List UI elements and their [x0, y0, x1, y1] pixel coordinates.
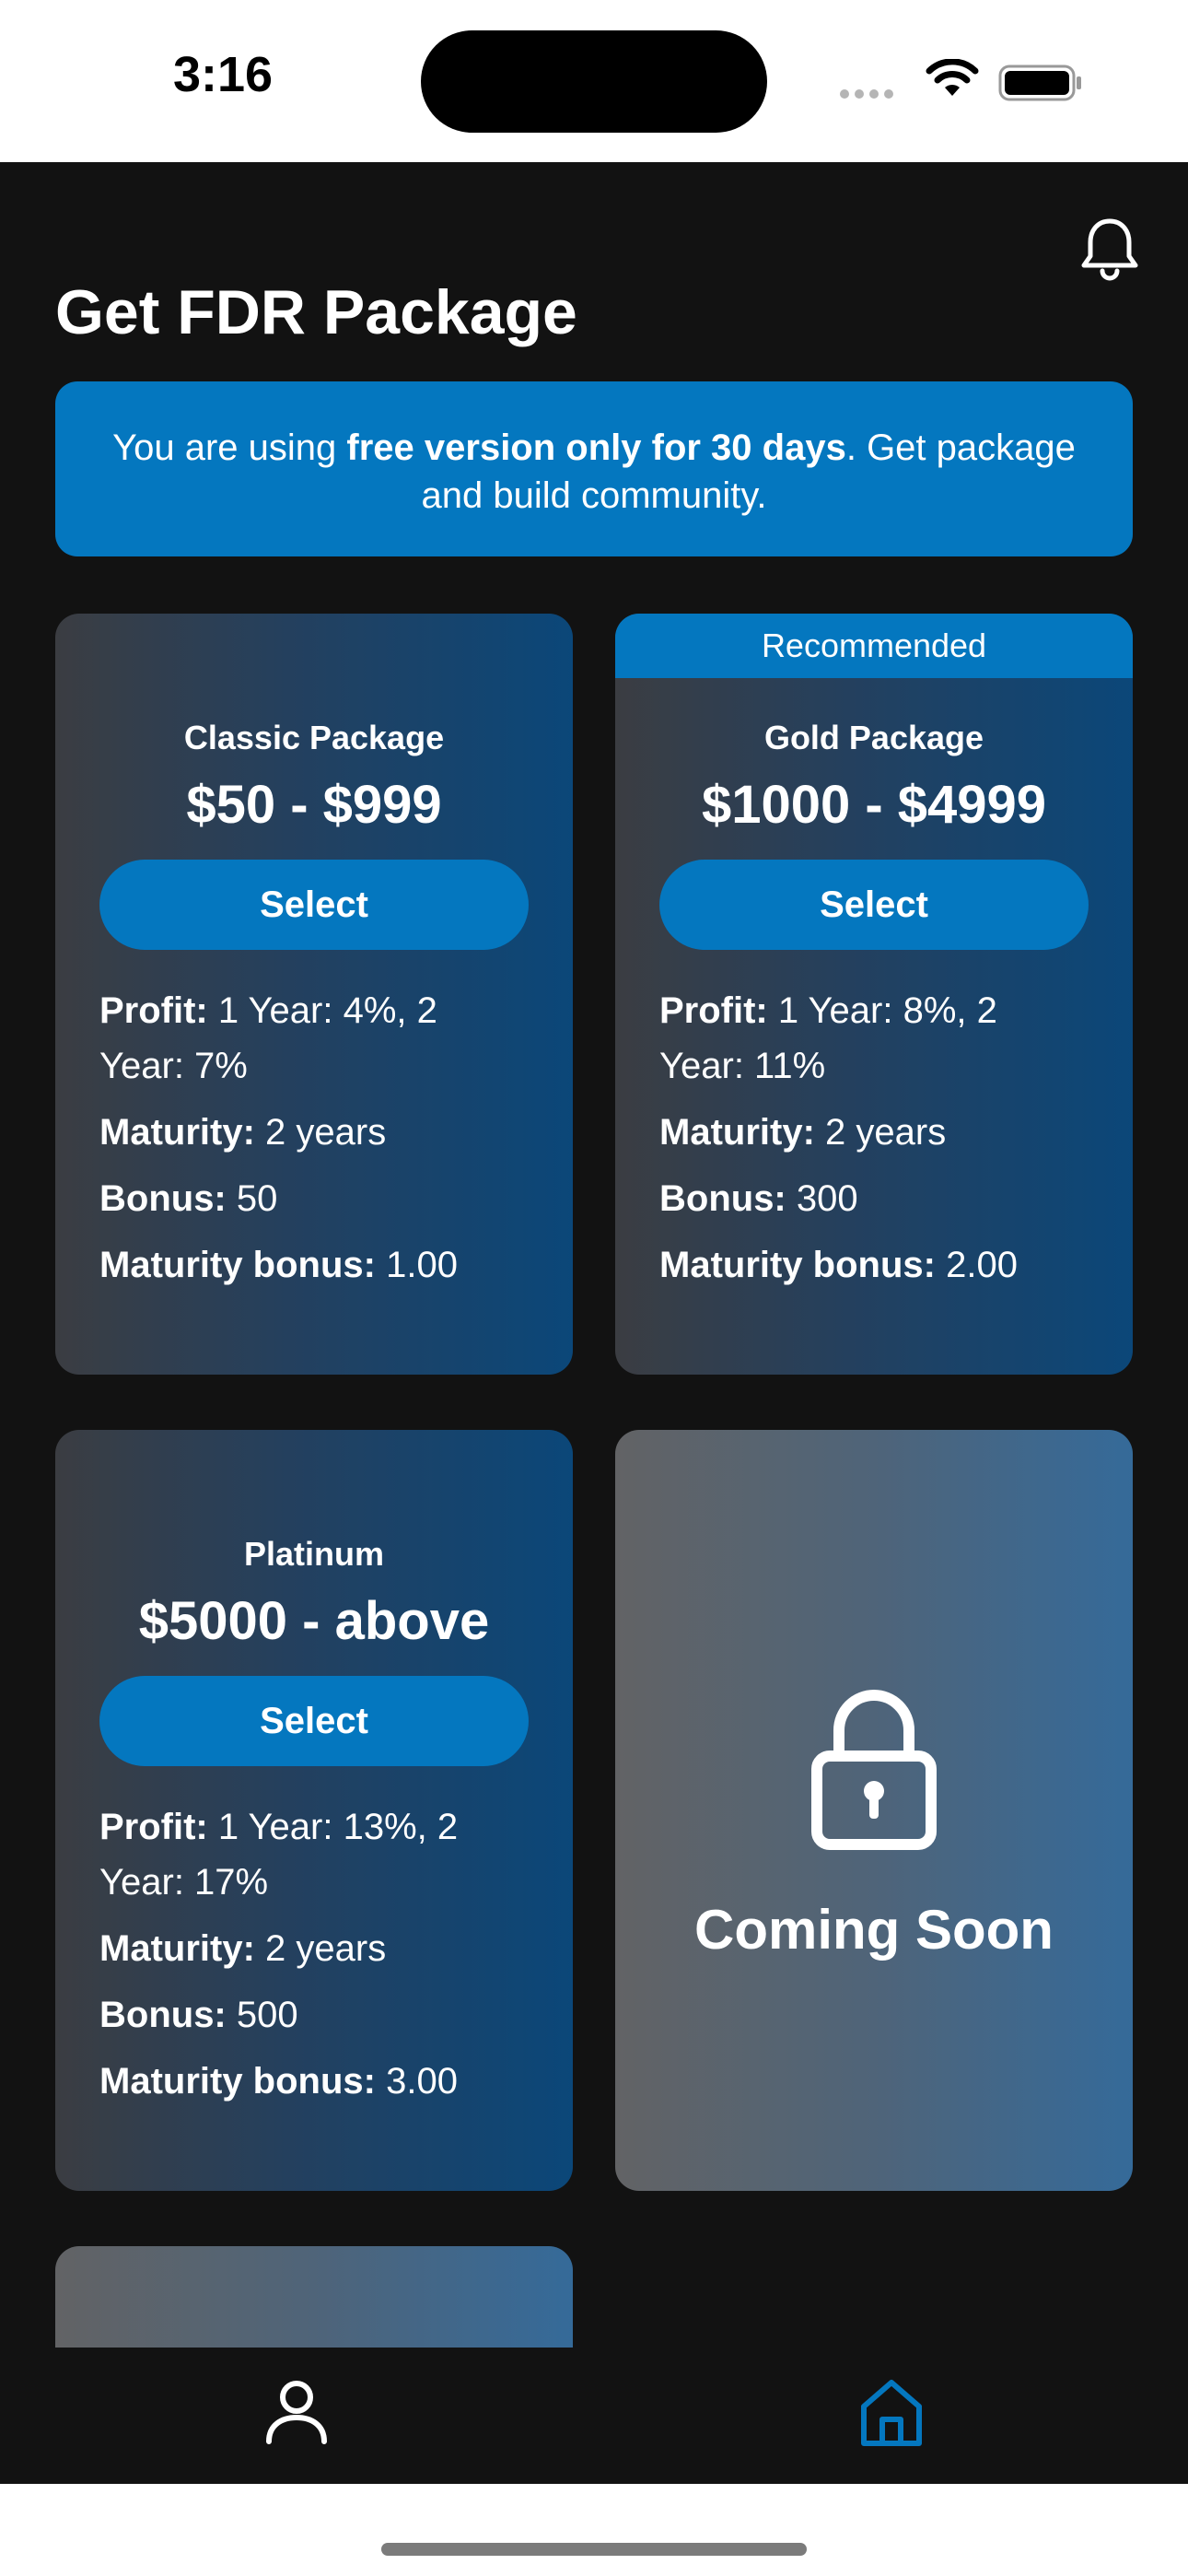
banner-text-bold: free version only for 30 days [346, 427, 846, 468]
status-indicators [840, 59, 1089, 103]
package-price: $1000 - $4999 [701, 775, 1047, 835]
maturity-label: Maturity: [659, 1112, 815, 1153]
profit-label: Profit: [659, 990, 768, 1031]
bonus-value: 50 [236, 1178, 278, 1219]
home-indicator[interactable] [381, 2543, 807, 2556]
package-price: $5000 - above [138, 1591, 490, 1651]
person-icon[interactable] [260, 2375, 333, 2449]
package-card-classic: Classic Package $50 - $999 Select Profit… [55, 614, 573, 1375]
bonus-label: Bonus: [99, 1995, 227, 2035]
package-name: Gold Package [763, 719, 984, 756]
select-gold-button[interactable]: Select [659, 860, 1089, 950]
select-classic-button[interactable]: Select [99, 860, 529, 950]
cellular-signal-icon [840, 87, 899, 103]
wifi-icon [926, 59, 979, 96]
profit-row: Profit: 1 Year: 8%, 2 Year: 11% [659, 983, 1089, 1094]
app-screen: Get FDR Package You are using free versi… [0, 162, 1188, 2484]
bonus-row: Bonus: 300 [659, 1171, 1089, 1226]
maturity-bonus-row: Maturity bonus: 3.00 [99, 2054, 529, 2109]
page-title: Get FDR Package [55, 277, 577, 347]
coming-soon-card: Coming Soon [615, 1430, 1133, 2191]
maturity-bonus-value: 2.00 [946, 1245, 1018, 1285]
package-card-platinum: Platinum $5000 - above Select Profit: 1 … [55, 1430, 573, 2191]
package-price: $50 - $999 [186, 775, 442, 835]
bonus-row: Bonus: 50 [99, 1171, 529, 1226]
bonus-value: 500 [236, 1995, 298, 2035]
maturity-row: Maturity: 2 years [99, 1105, 529, 1160]
maturity-row: Maturity: 2 years [99, 1921, 529, 1976]
battery-icon [998, 64, 1081, 101]
maturity-bonus-label: Maturity bonus: [659, 1245, 936, 1285]
maturity-bonus-label: Maturity bonus: [99, 1245, 376, 1285]
maturity-bonus-row: Maturity bonus: 2.00 [659, 1237, 1089, 1293]
package-name: Classic Package [183, 719, 445, 756]
recommended-badge: Recommended [615, 614, 1133, 678]
profit-row: Profit: 1 Year: 13%, 2 Year: 17% [99, 1799, 529, 1910]
bonus-label: Bonus: [99, 1178, 227, 1219]
status-time: 3:16 [173, 47, 274, 102]
tab-bar [0, 2348, 1188, 2484]
free-version-banner: You are using free version only for 30 d… [55, 381, 1133, 556]
home-indicator-area [0, 2484, 1188, 2576]
bonus-row: Bonus: 500 [99, 1987, 529, 2043]
dynamic-island [421, 30, 767, 133]
package-details: Profit: 1 Year: 4%, 2 Year: 7% Maturity:… [55, 950, 573, 1293]
package-details: Profit: 1 Year: 8%, 2 Year: 11% Maturity… [615, 950, 1133, 1293]
maturity-bonus-value: 1.00 [386, 1245, 458, 1285]
maturity-label: Maturity: [99, 1928, 255, 1969]
package-details: Profit: 1 Year: 13%, 2 Year: 17% Maturit… [55, 1766, 573, 2109]
maturity-row: Maturity: 2 years [659, 1105, 1089, 1160]
profit-row: Profit: 1 Year: 4%, 2 Year: 7% [99, 983, 529, 1094]
profit-label: Profit: [99, 990, 208, 1031]
home-icon[interactable] [855, 2375, 928, 2449]
maturity-label: Maturity: [99, 1112, 255, 1153]
select-platinum-button[interactable]: Select [99, 1676, 529, 1766]
maturity-bonus-label: Maturity bonus: [99, 2061, 376, 2102]
banner-text-start: You are using [112, 427, 347, 468]
profit-label: Profit: [99, 1807, 208, 1847]
package-name: Platinum [243, 1535, 384, 1573]
bonus-label: Bonus: [659, 1178, 786, 1219]
package-card-gold: Recommended Gold Package $1000 - $4999 S… [615, 614, 1133, 1375]
maturity-bonus-value: 3.00 [386, 2061, 458, 2102]
maturity-value: 2 years [265, 1112, 387, 1153]
maturity-bonus-row: Maturity bonus: 1.00 [99, 1237, 529, 1293]
coming-soon-label: Coming Soon [694, 1899, 1054, 1961]
bell-icon[interactable] [1077, 216, 1142, 282]
bonus-value: 300 [796, 1178, 858, 1219]
lock-icon [811, 1690, 937, 1850]
maturity-value: 2 years [265, 1928, 387, 1969]
maturity-value: 2 years [825, 1112, 947, 1153]
status-bar: 3:16 [0, 0, 1188, 162]
